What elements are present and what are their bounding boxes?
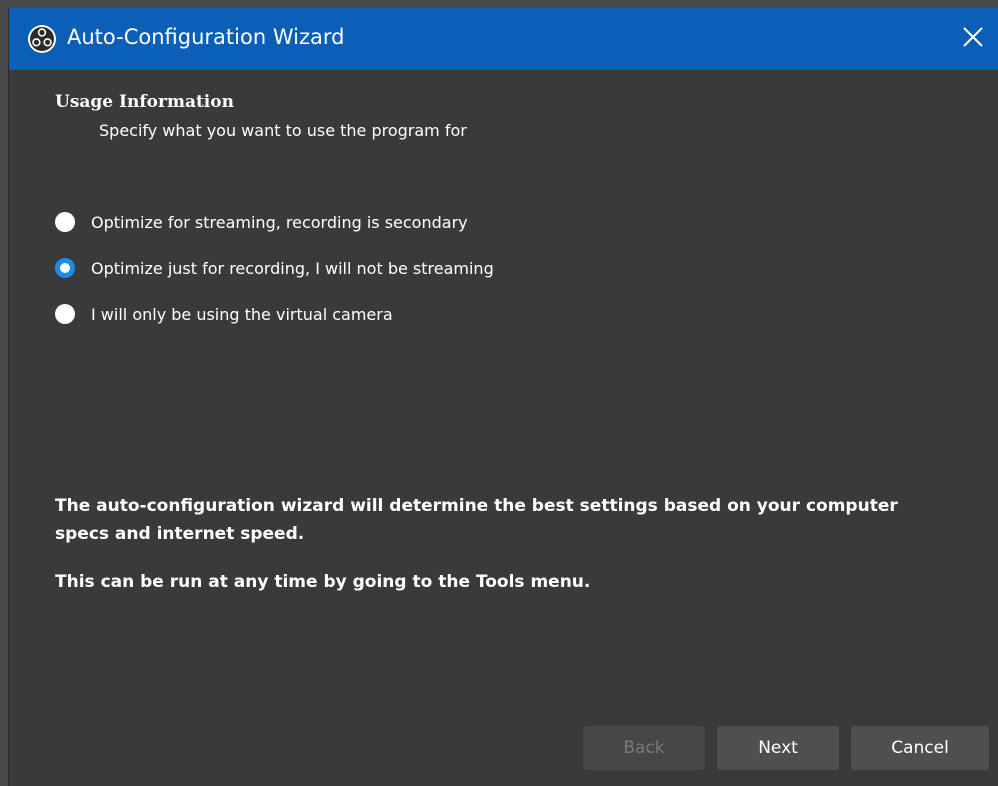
radio-label: I will only be using the virtual camera [91,304,393,324]
title-bar: Auto-Configuration Wizard [9,8,998,70]
wizard-window: Auto-Configuration Wizard Usage Informat… [8,8,998,786]
back-button[interactable]: Back [583,726,705,770]
close-icon [962,26,984,52]
radio-option-virtual-camera[interactable]: I will only be using the virtual camera [55,304,393,324]
radio-option-streaming[interactable]: Optimize for streaming, recording is sec… [55,212,468,232]
radio-label: Optimize just for recording, I will not … [91,258,494,278]
cancel-button[interactable]: Cancel [851,726,989,770]
next-button[interactable]: Next [717,726,839,770]
close-button[interactable] [947,8,998,70]
radio-label: Optimize for streaming, recording is sec… [91,212,468,232]
window-title: Auto-Configuration Wizard [67,25,345,49]
section-title: Usage Information [55,92,234,112]
radio-button[interactable] [55,212,75,232]
info-tools-note: This can be run at any time by going to … [55,572,591,592]
obs-logo-icon [27,24,57,54]
radio-button[interactable] [55,258,75,278]
section-subtitle: Specify what you want to use the program… [99,121,467,140]
radio-option-recording[interactable]: Optimize just for recording, I will not … [55,258,494,278]
info-description: The auto-configuration wizard will deter… [55,496,898,544]
radio-button[interactable] [55,304,75,324]
